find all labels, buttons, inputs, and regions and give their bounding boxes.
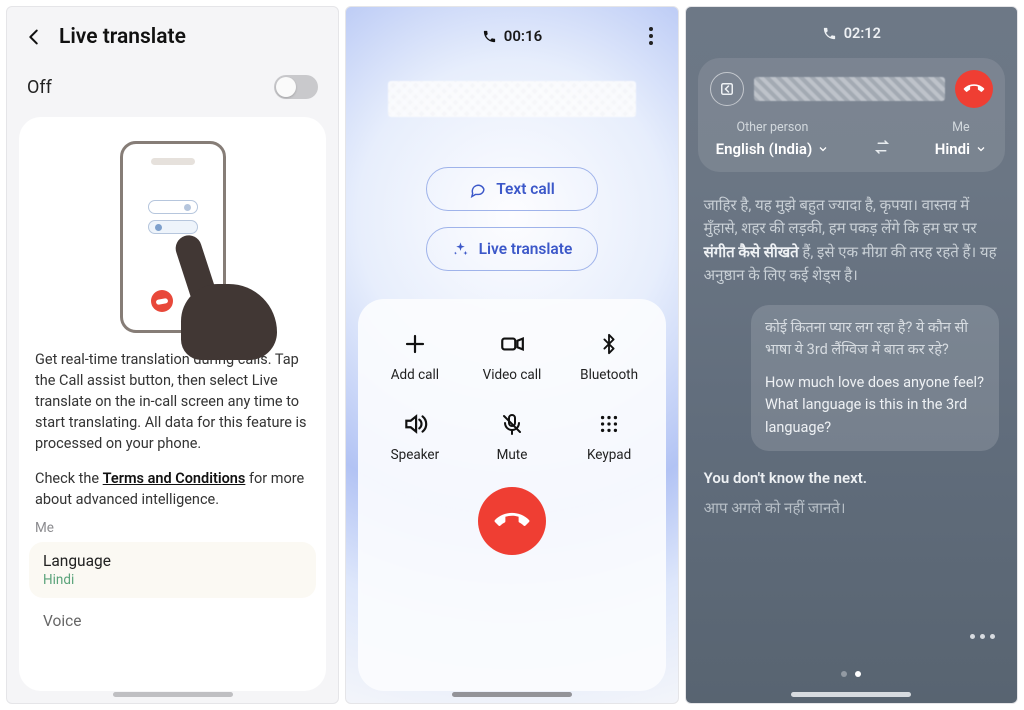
terms-text: Check the Terms and Conditions for more … [35, 468, 310, 510]
add-call-button[interactable]: Add call [366, 321, 463, 401]
illustration [35, 135, 310, 349]
toggle-state-label: Off [27, 77, 52, 98]
you-line: You don't know the next. [704, 467, 999, 490]
add-call-label: Add call [391, 367, 439, 383]
chat-icon [469, 181, 486, 198]
language-value: Hindi [43, 572, 302, 588]
info-card: Get real-time translation during calls. … [19, 117, 326, 691]
page-indicator [841, 671, 861, 677]
call-duration-text: 02:12 [844, 25, 881, 42]
mute-button[interactable]: Mute [463, 401, 560, 481]
live-translate-label: Live translate [479, 240, 573, 258]
home-indicator [452, 692, 572, 697]
me-source-text: कोई कितना प्यार लग रहा है? ये कौन सी भाष… [765, 317, 985, 362]
keypad-button[interactable]: Keypad [561, 401, 658, 481]
voice-row[interactable]: Voice [35, 606, 310, 630]
home-indicator [791, 692, 911, 697]
speaker-label: Speaker [391, 447, 440, 463]
caller-name-redacted [388, 81, 636, 117]
panel-translate: 02:12 Other person English (India) Me [685, 6, 1018, 704]
other-message-2: You don't know the next. आप अगले को नहीं… [704, 467, 999, 520]
other-message: जाहिर है, यह मुझे बहुत ज्यादा है, कृपया।… [704, 194, 999, 287]
page-title: Live translate [59, 25, 186, 49]
video-call-button[interactable]: Video call [463, 321, 560, 401]
keypad-label: Keypad [587, 447, 631, 463]
call-statusbar: 00:16 [346, 7, 677, 53]
you-sub: आप अगले को नहीं जानते। [704, 497, 999, 520]
mute-label: Mute [497, 447, 528, 463]
language-selector-row: Other person English (India) Me Hindi [710, 120, 993, 158]
collapse-button[interactable] [710, 72, 744, 106]
call-statusbar: 02:12 [686, 7, 1017, 52]
phone-icon [482, 29, 497, 44]
caller-name-redacted [754, 77, 945, 101]
call-controls-card: Add call Video call Bluetooth Speaker Mu… [358, 299, 665, 691]
text-call-label: Text call [496, 180, 555, 198]
panel-settings: Live translate Off Get real-time transla… [6, 6, 339, 704]
panel-incall: 00:16 Text call Live translate Add call … [345, 6, 678, 704]
language-row[interactable]: Language Hindi [29, 542, 316, 598]
more-icon[interactable] [970, 634, 995, 639]
terms-prefix: Check the [35, 470, 103, 487]
bluetooth-icon [596, 331, 622, 357]
me-language-select[interactable]: Me Hindi [935, 120, 987, 158]
bluetooth-button[interactable]: Bluetooth [561, 321, 658, 401]
terms-link[interactable]: Terms and Conditions [103, 470, 246, 487]
phone-icon [822, 26, 837, 41]
hangup-button[interactable] [955, 70, 993, 108]
description-text: Get real-time translation during calls. … [35, 349, 310, 454]
mute-icon [499, 411, 525, 437]
video-call-label: Video call [483, 367, 542, 383]
other-language-value: English (India) [716, 140, 813, 158]
me-translated-text: How much love does anyone feel? What lan… [765, 372, 985, 439]
video-icon [499, 331, 525, 357]
keypad-icon [596, 411, 622, 437]
bluetooth-label: Bluetooth [580, 367, 638, 383]
me-language-value: Hindi [935, 140, 970, 158]
back-icon[interactable] [23, 26, 45, 48]
call-duration: 00:16 [482, 27, 542, 45]
section-me-label: Me [35, 520, 310, 536]
me-message-bubble: कोई कितना प्यार लग रहा है? ये कौन सी भाष… [751, 305, 999, 451]
translate-header: Other person English (India) Me Hindi [698, 58, 1005, 172]
master-toggle-row: Off [7, 65, 338, 117]
master-toggle[interactable] [274, 75, 318, 99]
other-label: Other person [736, 120, 808, 135]
assist-buttons: Text call Live translate [346, 167, 677, 271]
call-controls-grid: Add call Video call Bluetooth Speaker Mu… [366, 321, 657, 481]
header: Live translate [7, 7, 338, 65]
call-duration-text: 00:16 [504, 27, 542, 45]
home-indicator [113, 692, 233, 697]
speaker-button[interactable]: Speaker [366, 401, 463, 481]
language-label: Language [43, 552, 302, 570]
transcript[interactable]: जाहिर है, यह मुझे बहुत ज्यादा है, कृपया।… [686, 172, 1017, 703]
speaker-icon [402, 411, 428, 437]
more-menu-icon[interactable] [642, 27, 660, 45]
live-translate-button[interactable]: Live translate [426, 227, 598, 271]
other-text-pre: जाहिर है, यह मुझे बहुत ज्यादा है, कृपया।… [704, 196, 977, 237]
swap-icon[interactable] [873, 138, 891, 156]
hangup-icon [488, 497, 536, 545]
chevron-down-icon [975, 143, 987, 155]
other-text-bold: संगीत कैसे सीखते [704, 243, 799, 261]
plus-icon [402, 331, 428, 357]
sparkle-icon [452, 241, 469, 258]
hangup-button[interactable] [478, 487, 546, 555]
chevron-down-icon [817, 143, 829, 155]
text-call-button[interactable]: Text call [426, 167, 598, 211]
other-language-select[interactable]: Other person English (India) [716, 120, 830, 158]
me-label: Me [952, 120, 970, 135]
